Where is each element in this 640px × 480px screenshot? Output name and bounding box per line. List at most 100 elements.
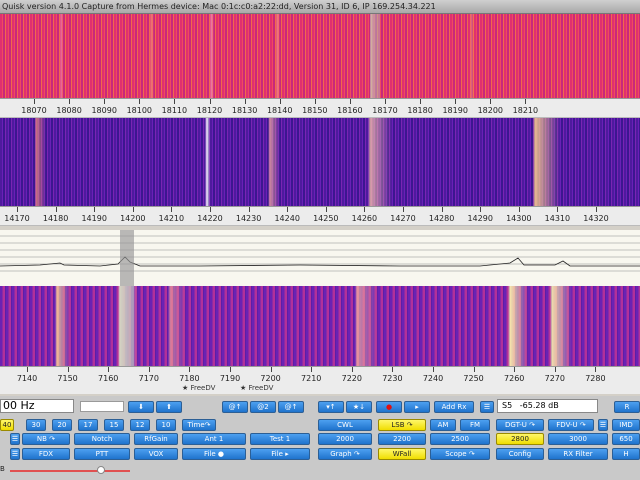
vox-button[interactable]: VOX xyxy=(134,448,178,460)
s-meter-display: S5 -65.28 dB xyxy=(497,399,598,413)
play-button[interactable]: ▸ xyxy=(404,401,430,413)
rfgain-slider[interactable]: RfGain xyxy=(134,433,178,445)
test-button[interactable]: Test 1 xyxy=(250,433,310,445)
ptt-button[interactable]: PTT xyxy=(74,448,130,460)
frequency-scale-18mhz[interactable]: 18070 18080 18090 18100 18110 18120 18130 18140… xyxy=(0,98,640,118)
tuning-cursor[interactable] xyxy=(370,14,380,98)
notch-button[interactable]: Notch xyxy=(74,433,130,445)
control-panel: 00 Hz ⬇ ⬆ @↑ @2 @↑ ▾↑ ★↓ ● ▸ Add Rx ☰ S5… xyxy=(0,396,640,480)
freedv-label: ★ FreeDV xyxy=(240,384,274,392)
frequency-entry[interactable] xyxy=(80,401,124,412)
tuning-cursor-7mhz[interactable] xyxy=(120,286,134,368)
scope-button[interactable]: Scope ↷ xyxy=(430,448,490,460)
smeter-menu-icon[interactable]: ☰ xyxy=(480,401,494,413)
spectrum-graph[interactable] xyxy=(0,230,640,286)
frequency-scale-7mhz[interactable]: 7140 7150 7160 7170 7180 7190 7200 7210 7220 7230… xyxy=(0,366,640,386)
waterfall-18mhz[interactable] xyxy=(0,14,640,98)
nb-menu-icon[interactable]: ☰ xyxy=(10,433,20,445)
volume-slider[interactable] xyxy=(10,470,130,472)
scale-label: 18140 xyxy=(266,106,293,115)
mode-imd-button[interactable]: IMD xyxy=(612,419,640,431)
scale-tick xyxy=(455,99,457,104)
nb-button[interactable]: NB ↷ xyxy=(22,433,70,445)
scale-label: 14220 xyxy=(197,214,223,223)
mode-am-button[interactable]: AM xyxy=(430,419,456,431)
scale-label: 7200 xyxy=(260,374,281,383)
scale-label: 14260 xyxy=(351,214,378,223)
band-15-button[interactable]: 15 xyxy=(104,419,124,431)
scale-tick xyxy=(480,207,482,212)
band-30-button[interactable]: 30 xyxy=(26,419,46,431)
scale-tick xyxy=(209,99,211,104)
help-button[interactable]: H xyxy=(612,448,640,460)
band-10-button[interactable]: 10 xyxy=(156,419,176,431)
fdx-button[interactable]: FDX xyxy=(22,448,70,460)
band-12-button[interactable]: 12 xyxy=(130,419,150,431)
frequency-scale-14mhz[interactable]: 14170 14180 14190 14200 14210 14220 14230 14240… xyxy=(0,206,640,226)
tune-up-button[interactable]: ⬆ xyxy=(156,401,182,413)
rx-filter-button[interactable]: RX Filter xyxy=(548,448,608,460)
scale-tick xyxy=(230,367,231,372)
filter-2000-button[interactable]: 2000 xyxy=(318,433,372,445)
band-40-button[interactable]: 40 xyxy=(0,419,14,431)
scale-label: 14250 xyxy=(313,214,339,223)
tuning-cursor-graph[interactable] xyxy=(120,230,134,286)
scale-label: 7180 xyxy=(179,374,200,383)
waterfall-14mhz[interactable] xyxy=(0,118,640,206)
scale-tick xyxy=(189,367,191,372)
band-20-button[interactable]: 20 xyxy=(52,419,72,431)
wfall-button[interactable]: WFall xyxy=(378,448,426,460)
filter-3000-button[interactable]: 3000 xyxy=(548,433,608,445)
file-record-button[interactable]: File ● xyxy=(182,448,246,460)
mode-cwl-button[interactable]: CWL xyxy=(318,419,372,431)
waterfall-7mhz[interactable] xyxy=(0,286,640,368)
scale-label: 14270 xyxy=(390,214,416,223)
scale-label: 14290 xyxy=(467,214,493,223)
scale-label: 18200 xyxy=(477,106,504,115)
time-button[interactable]: Time↷ xyxy=(182,419,216,431)
scale-label: 14240 xyxy=(274,214,300,223)
tune-down-button[interactable]: ⬇ xyxy=(128,401,154,413)
band-17-button[interactable]: 17 xyxy=(78,419,98,431)
mode-menu-icon[interactable]: ☰ xyxy=(598,419,608,431)
filter-650-button[interactable]: 650 xyxy=(612,433,640,445)
scale-tick xyxy=(287,207,289,212)
volume-slider-knob[interactable] xyxy=(97,466,105,474)
scale-tick xyxy=(525,99,527,104)
scale-tick xyxy=(349,99,351,104)
mem-2-button[interactable]: @2 xyxy=(250,401,276,413)
antenna-button[interactable]: Ant 1 xyxy=(182,433,246,445)
mode-dgt-u-button[interactable]: DGT-U ↷ xyxy=(496,419,544,431)
fdx-menu-icon[interactable]: ☰ xyxy=(10,448,20,460)
graph-button[interactable]: Graph ↷ xyxy=(318,448,372,460)
filter-2200-button[interactable]: 2200 xyxy=(378,433,426,445)
filter-2500-button[interactable]: 2500 xyxy=(430,433,490,445)
favorites-down-button[interactable]: ★↓ xyxy=(346,401,372,413)
scale-label: 7150 xyxy=(57,374,78,383)
mode-fdv-u-button[interactable]: FDV-U ↷ xyxy=(548,419,594,431)
add-rx-button[interactable]: Add Rx xyxy=(434,401,474,413)
freedv-markers: ★ FreeDV ★ FreeDV xyxy=(0,384,640,394)
mem-recall-button[interactable]: @↑ xyxy=(278,401,304,413)
config-button[interactable]: Config xyxy=(496,448,544,460)
file-play-button[interactable]: File ▸ xyxy=(250,448,310,460)
mode-fm-button[interactable]: FM xyxy=(460,419,490,431)
scale-tick xyxy=(364,207,366,212)
scale-tick xyxy=(441,207,443,212)
filter-2800-button[interactable]: 2800 xyxy=(496,433,544,445)
scale-label: 7260 xyxy=(504,374,525,383)
record-button[interactable]: ● xyxy=(376,401,402,413)
mode-lsb-button[interactable]: LSB ↷ xyxy=(378,419,426,431)
r-button[interactable]: R xyxy=(614,401,640,413)
frequency-display[interactable]: 00 Hz xyxy=(0,399,74,413)
scale-tick xyxy=(596,207,597,212)
scale-label: 14190 xyxy=(81,214,107,223)
favorites-up-button[interactable]: ▾↑ xyxy=(318,401,344,413)
scale-label: 14200 xyxy=(120,214,146,223)
scale-label: 18130 xyxy=(231,106,258,115)
mem-up-button[interactable]: @↑ xyxy=(222,401,248,413)
scale-tick xyxy=(27,367,28,372)
scale-label: 18120 xyxy=(196,106,223,115)
scale-label: 18090 xyxy=(91,106,117,115)
scale-tick xyxy=(67,367,69,372)
